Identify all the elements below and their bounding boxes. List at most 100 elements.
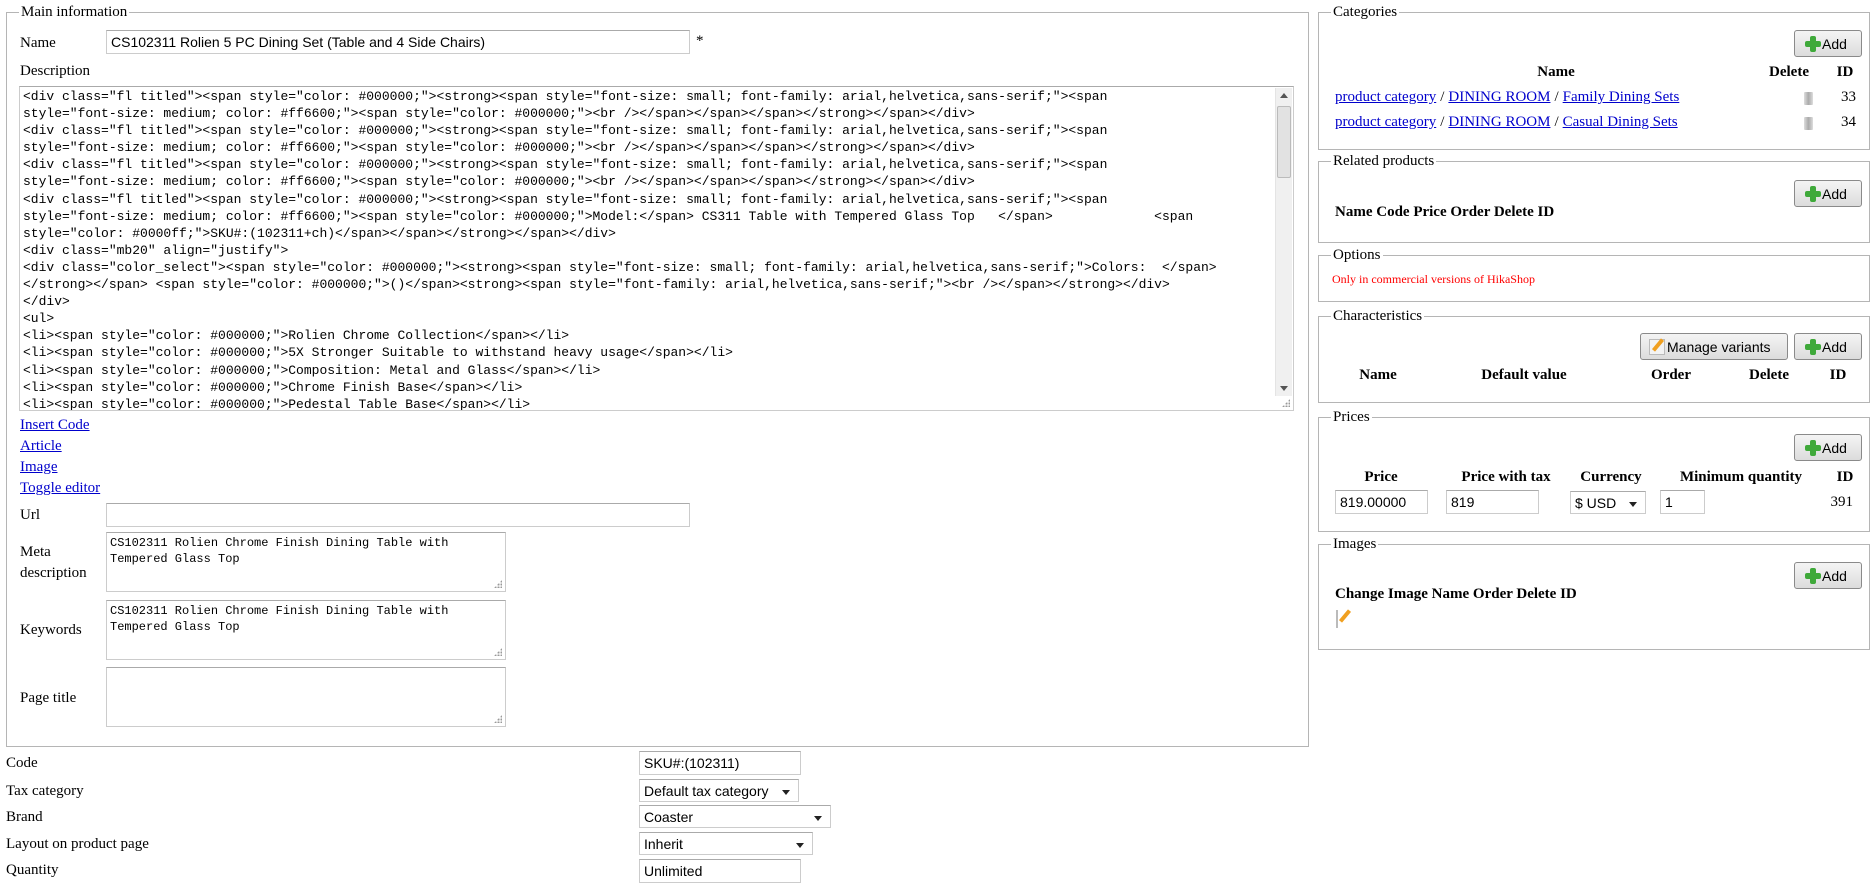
- price-with-tax-input[interactable]: 819: [1446, 490, 1539, 514]
- chevron-down-icon: [1629, 502, 1637, 507]
- add-characteristic-button[interactable]: Add: [1794, 333, 1862, 360]
- keywords-value: CS102311 Rolien Chrome Finish Dining Tab…: [110, 604, 449, 634]
- price-input[interactable]: 819.00000: [1335, 490, 1428, 514]
- meta-description-label-2: description: [20, 565, 87, 581]
- char-header-order: Order: [1651, 367, 1691, 383]
- category-id: 33: [1841, 89, 1856, 105]
- change-image-icon[interactable]: [1336, 610, 1338, 628]
- add-icon: [1805, 338, 1821, 355]
- categories-legend: Categories: [1331, 2, 1400, 22]
- price-header-price: Price: [1364, 469, 1398, 485]
- add-label: Add: [1822, 567, 1847, 584]
- description-line: style="font-size: medium; color: #ff6600…: [23, 140, 975, 156]
- code-label: Code: [6, 755, 38, 771]
- char-header-name: Name: [1359, 367, 1397, 383]
- category-path-link[interactable]: Casual Dining Sets: [1563, 114, 1678, 130]
- categories-header-name: Name: [1537, 64, 1575, 80]
- add-image-button[interactable]: Add: [1794, 562, 1862, 589]
- resize-grip[interactable]: [494, 648, 502, 656]
- chevron-down-icon: [814, 816, 822, 821]
- quantity-input[interactable]: Unlimited: [639, 859, 801, 883]
- description-line: style="color: #0000ff;">SKU#:(102311+ch)…: [23, 225, 616, 241]
- delete-category-icon[interactable]: [1804, 92, 1813, 105]
- description-line: <li><span style="color: #000000;">Chrome…: [23, 379, 523, 395]
- add-label: Add: [1822, 35, 1847, 52]
- code-input[interactable]: SKU#:(102311): [639, 751, 801, 775]
- category-row: product category / DINING ROOM / Casual Dini…: [1335, 114, 1678, 131]
- description-textarea[interactable]: <div class="fl titled"><span style="colo…: [19, 86, 1294, 411]
- manage-variants-label: Manage variants: [1667, 338, 1771, 355]
- manage-variants-button[interactable]: Manage variants: [1640, 333, 1788, 360]
- path-separator: /: [1440, 89, 1445, 105]
- category-path-link[interactable]: Family Dining Sets: [1563, 89, 1680, 105]
- options-legend: Options: [1331, 245, 1383, 265]
- meta-description-label-1: Meta: [20, 544, 51, 560]
- url-label: Url: [20, 507, 40, 523]
- related-products-headers: Name Code Price Order Delete ID: [1335, 204, 1555, 220]
- characteristics-legend: Characteristics: [1331, 306, 1425, 326]
- page-title-label: Page title: [20, 690, 77, 706]
- category-id: 34: [1841, 114, 1856, 130]
- url-input[interactable]: [106, 503, 690, 527]
- description-line: style="font-size: medium; color: #ff6600…: [23, 106, 975, 122]
- price-header-min-qty: Minimum quantity: [1679, 469, 1803, 485]
- description-line: <div class="fl titled"><span style="colo…: [23, 157, 1108, 173]
- name-label: Name: [20, 35, 56, 51]
- keywords-textarea[interactable]: CS102311 Rolien Chrome Finish Dining Tab…: [106, 600, 506, 660]
- tax-category-select[interactable]: Default tax category: [639, 779, 799, 802]
- toggle-editor-link[interactable]: Toggle editor: [20, 479, 100, 497]
- page-title-textarea[interactable]: [106, 667, 506, 727]
- name-input[interactable]: CS102311 Rolien 5 PC Dining Set (Table a…: [106, 30, 690, 54]
- scroll-up-arrow[interactable]: [1280, 93, 1288, 98]
- add-category-button[interactable]: Add: [1794, 30, 1862, 57]
- quantity-label: Quantity: [6, 862, 59, 878]
- category-path-link[interactable]: DINING ROOM: [1448, 114, 1550, 130]
- brand-value: Coaster: [644, 809, 694, 825]
- article-link[interactable]: Article: [20, 437, 62, 455]
- options-notice: Only in commercial versions of HikaShop: [1332, 272, 1535, 286]
- path-separator: /: [1554, 89, 1559, 105]
- description-line: <div class="color_select"><span style="c…: [23, 259, 1217, 275]
- category-path-link[interactable]: DINING ROOM: [1448, 89, 1550, 105]
- layout-value: Inherit: [644, 836, 683, 852]
- resize-grip[interactable]: [494, 580, 502, 588]
- resize-grip[interactable]: [494, 715, 502, 723]
- related-products-fieldset: Related products: [1318, 151, 1870, 243]
- required-mark: *: [696, 33, 704, 49]
- path-separator: /: [1440, 114, 1445, 130]
- currency-select[interactable]: $ USD: [1570, 491, 1646, 514]
- category-row: product category / DINING ROOM / Family Dini…: [1335, 89, 1679, 106]
- description-line: <div class="fl titled"><span style="colo…: [23, 191, 1108, 207]
- insert-code-link[interactable]: Insert Code: [20, 416, 90, 434]
- delete-category-icon[interactable]: [1804, 117, 1813, 130]
- add-label: Add: [1822, 439, 1847, 456]
- categories-header-delete: Delete: [1769, 64, 1809, 80]
- add-label: Add: [1822, 185, 1847, 202]
- meta-description-textarea[interactable]: CS102311 Rolien Chrome Finish Dining Tab…: [106, 532, 506, 592]
- scroll-down-arrow[interactable]: [1280, 386, 1288, 391]
- description-line: </strong></span> <span style="color: #00…: [23, 277, 1170, 293]
- tax-category-label: Tax category: [6, 783, 84, 799]
- description-line: style="font-size: medium; color: #ff6600…: [23, 174, 975, 190]
- description-line: <li><span style="color: #000000;">Rolien…: [23, 328, 570, 344]
- description-line: <li><span style="color: #000000;">Compos…: [23, 362, 601, 378]
- prices-legend: Prices: [1331, 407, 1372, 427]
- currency-value: $ USD: [1575, 495, 1617, 511]
- scroll-thumb[interactable]: [1277, 106, 1291, 178]
- category-path-link[interactable]: product category: [1335, 114, 1436, 130]
- description-line: <div class="mb20" align="justify">: [23, 242, 289, 258]
- layout-label: Layout on product page: [6, 836, 149, 852]
- layout-select[interactable]: Inherit: [639, 832, 813, 855]
- brand-select[interactable]: Coaster: [639, 805, 831, 828]
- add-price-button[interactable]: Add: [1794, 434, 1862, 461]
- char-header-default: Default value: [1481, 367, 1567, 383]
- image-link[interactable]: Image: [20, 458, 57, 476]
- category-path-link[interactable]: product category: [1335, 89, 1436, 105]
- char-header-delete: Delete: [1749, 367, 1789, 383]
- description-scrollbar[interactable]: [1275, 88, 1292, 396]
- add-related-product-button[interactable]: Add: [1794, 180, 1862, 207]
- minimum-quantity-input[interactable]: 1: [1660, 490, 1705, 514]
- add-icon: [1805, 567, 1821, 584]
- description-line: <div class="fl titled"><span style="colo…: [23, 89, 1108, 104]
- keywords-label: Keywords: [20, 622, 82, 638]
